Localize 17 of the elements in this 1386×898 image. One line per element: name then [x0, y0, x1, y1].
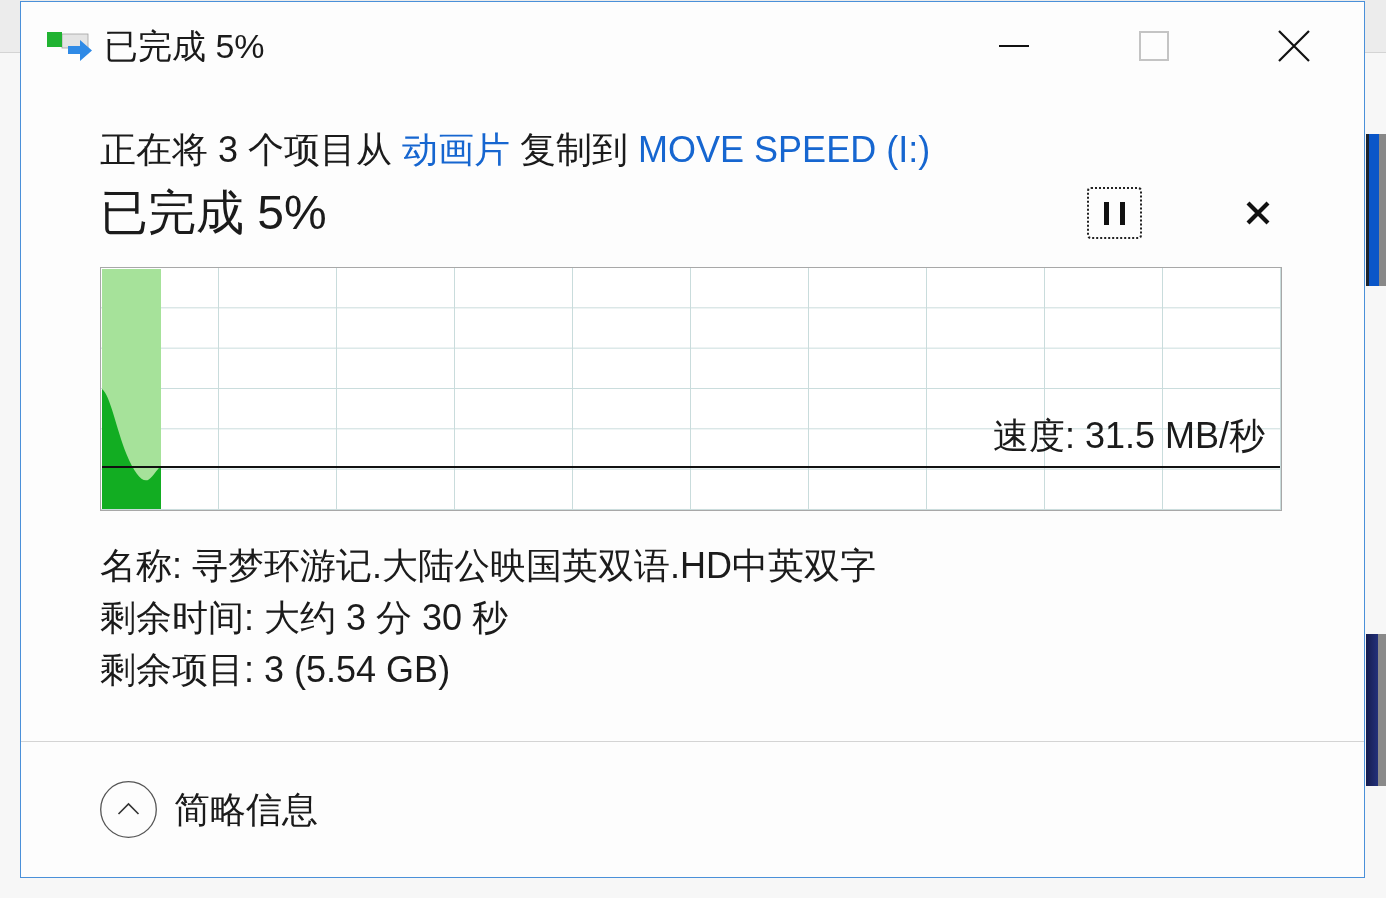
detail-label: 剩余项目: — [100, 649, 254, 690]
pause-button[interactable] — [1087, 187, 1142, 239]
detail-label: 名称: — [100, 545, 182, 586]
pause-icon — [1104, 201, 1125, 225]
location-link[interactable]: MOVE SPEED (I:) — [638, 129, 931, 170]
window-title: 已完成 5% — [104, 26, 265, 67]
fewer-details-button[interactable]: 简略信息 — [100, 781, 318, 838]
speed-label: 速度: 31.5 MB/秒 — [992, 415, 1265, 457]
detail-label: 剩余时间: — [100, 597, 254, 638]
copy-status-text: 正在将 3 个项目从 动画片 复制到 MOVE SPEED (I:) — [100, 128, 932, 172]
detail-value: 大约 3 分 30 秒 — [264, 597, 509, 638]
close-icon — [1246, 201, 1270, 225]
progress-title: 已完成 5% — [100, 185, 327, 241]
detail-value: 3 (5.54 GB) — [264, 649, 451, 690]
detail-value: 寻梦环游记.大陆公映国英双语.HD中英双字 — [192, 545, 877, 586]
location-link[interactable]: 动画片 — [402, 129, 511, 170]
file-copy-icon — [47, 30, 93, 62]
